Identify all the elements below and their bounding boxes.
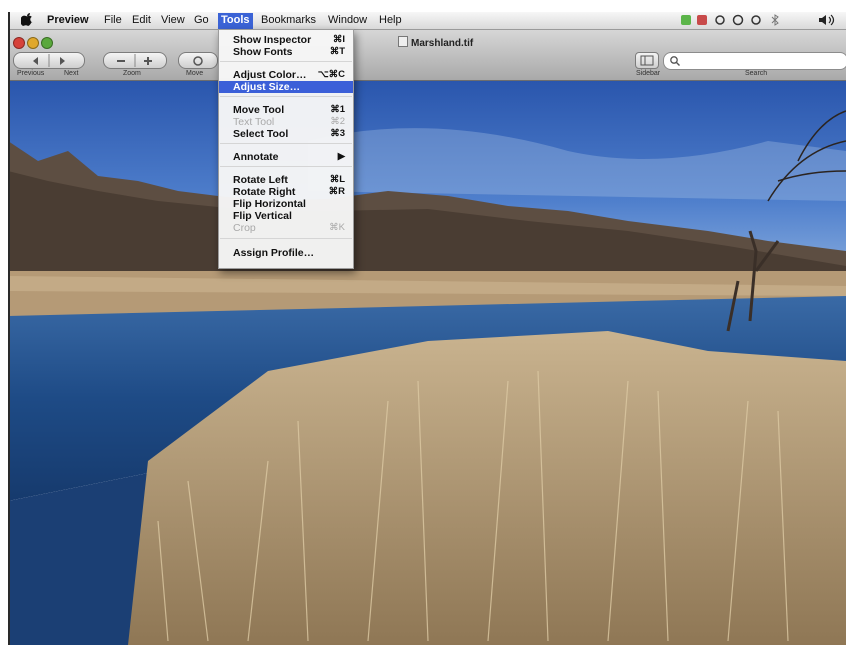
- menu-bookmarks[interactable]: Bookmarks: [261, 14, 316, 28]
- search-icon: [670, 56, 680, 66]
- apple-menu-icon[interactable]: [20, 13, 33, 29]
- zoom-window-icon[interactable]: [41, 37, 53, 49]
- volume-icon[interactable]: [818, 14, 836, 27]
- document-icon: [398, 36, 408, 47]
- sidebar-icon: [640, 55, 654, 66]
- menu-go[interactable]: Go: [194, 14, 209, 28]
- minimize-window-icon[interactable]: [27, 37, 39, 49]
- menu-separator: [220, 143, 352, 144]
- menu-tools[interactable]: Tools: [218, 13, 253, 29]
- previous-label: Previous: [17, 70, 45, 77]
- menu-separator: [220, 61, 352, 62]
- search-label: Search: [745, 70, 768, 77]
- screen: Preview File Edit View Go Tools Bookmark…: [0, 0, 846, 645]
- previous-next-icon: [33, 54, 65, 67]
- wifi-icon[interactable]: [750, 14, 762, 27]
- next-label: Next: [64, 70, 79, 77]
- zoom-icon: [117, 54, 152, 67]
- menu-item-move-tool[interactable]: Move Tool ⌘1: [219, 104, 353, 116]
- menu-item-rotate-left[interactable]: Rotate Left ⌘L: [219, 174, 353, 186]
- zoom-control[interactable]: [103, 52, 167, 69]
- window-title: Marshland.tif: [398, 36, 473, 49]
- menu-separator: [220, 96, 352, 97]
- menu-separator: [220, 238, 352, 239]
- menu-item-annotate[interactable]: Annotate ▶: [219, 151, 353, 163]
- sidebar-label: Sidebar: [636, 70, 661, 77]
- status-green-icon[interactable]: [680, 14, 692, 27]
- menu-item-show-inspector[interactable]: Show Inspector ⌘I: [219, 34, 353, 46]
- menu-edit[interactable]: Edit: [132, 14, 151, 28]
- hand-icon: [193, 56, 203, 66]
- move-tool-control[interactable]: [178, 52, 218, 69]
- menu-item-show-fonts[interactable]: Show Fonts ⌘T: [219, 46, 353, 58]
- sidebar-button[interactable]: [635, 52, 659, 69]
- menu-item-flip-vertical[interactable]: Flip Vertical: [219, 210, 353, 222]
- bluetooth-icon[interactable]: [770, 14, 780, 27]
- submenu-arrow-icon: ▶: [337, 151, 345, 162]
- menu-help[interactable]: Help: [379, 14, 402, 28]
- menu-item-adjust-size[interactable]: Adjust Size…: [219, 81, 353, 93]
- zoom-label: Zoom: [123, 70, 141, 77]
- time-machine-icon[interactable]: [732, 14, 744, 27]
- menu-item-crop: Crop ⌘K: [233, 222, 345, 234]
- menu-item-adjust-color[interactable]: Adjust Color… ⌥⌘C: [219, 69, 353, 81]
- menu-file[interactable]: File: [104, 14, 122, 28]
- menu-bar: Preview File Edit View Go Tools Bookmark…: [8, 12, 846, 30]
- window-left-border: [8, 12, 10, 645]
- previous-next-control[interactable]: [13, 52, 85, 69]
- menu-item-assign-profile[interactable]: Assign Profile…: [219, 247, 353, 259]
- menu-item-rotate-right[interactable]: Rotate Right ⌘R: [219, 186, 353, 198]
- menu-preview[interactable]: Preview: [47, 14, 89, 28]
- menu-window[interactable]: Window: [328, 14, 367, 28]
- move-label: Move: [186, 70, 204, 77]
- sync-icon[interactable]: [714, 14, 726, 27]
- status-red-icon[interactable]: [696, 14, 708, 27]
- tools-menu: Show Inspector ⌘I Show Fonts ⌘T Adjust Col…: [218, 29, 354, 269]
- menu-item-flip-horizontal[interactable]: Flip Horizontal: [219, 198, 353, 210]
- close-window-icon[interactable]: [13, 37, 25, 49]
- marshland-photo: [8, 81, 846, 645]
- menu-view[interactable]: View: [161, 14, 185, 28]
- menu-item-select-tool[interactable]: Select Tool ⌘3: [219, 128, 353, 140]
- menu-separator: [220, 166, 352, 167]
- image-canvas[interactable]: [8, 81, 846, 645]
- search-field[interactable]: [663, 52, 846, 70]
- menu-item-text-tool: Text Tool ⌘2: [233, 116, 345, 128]
